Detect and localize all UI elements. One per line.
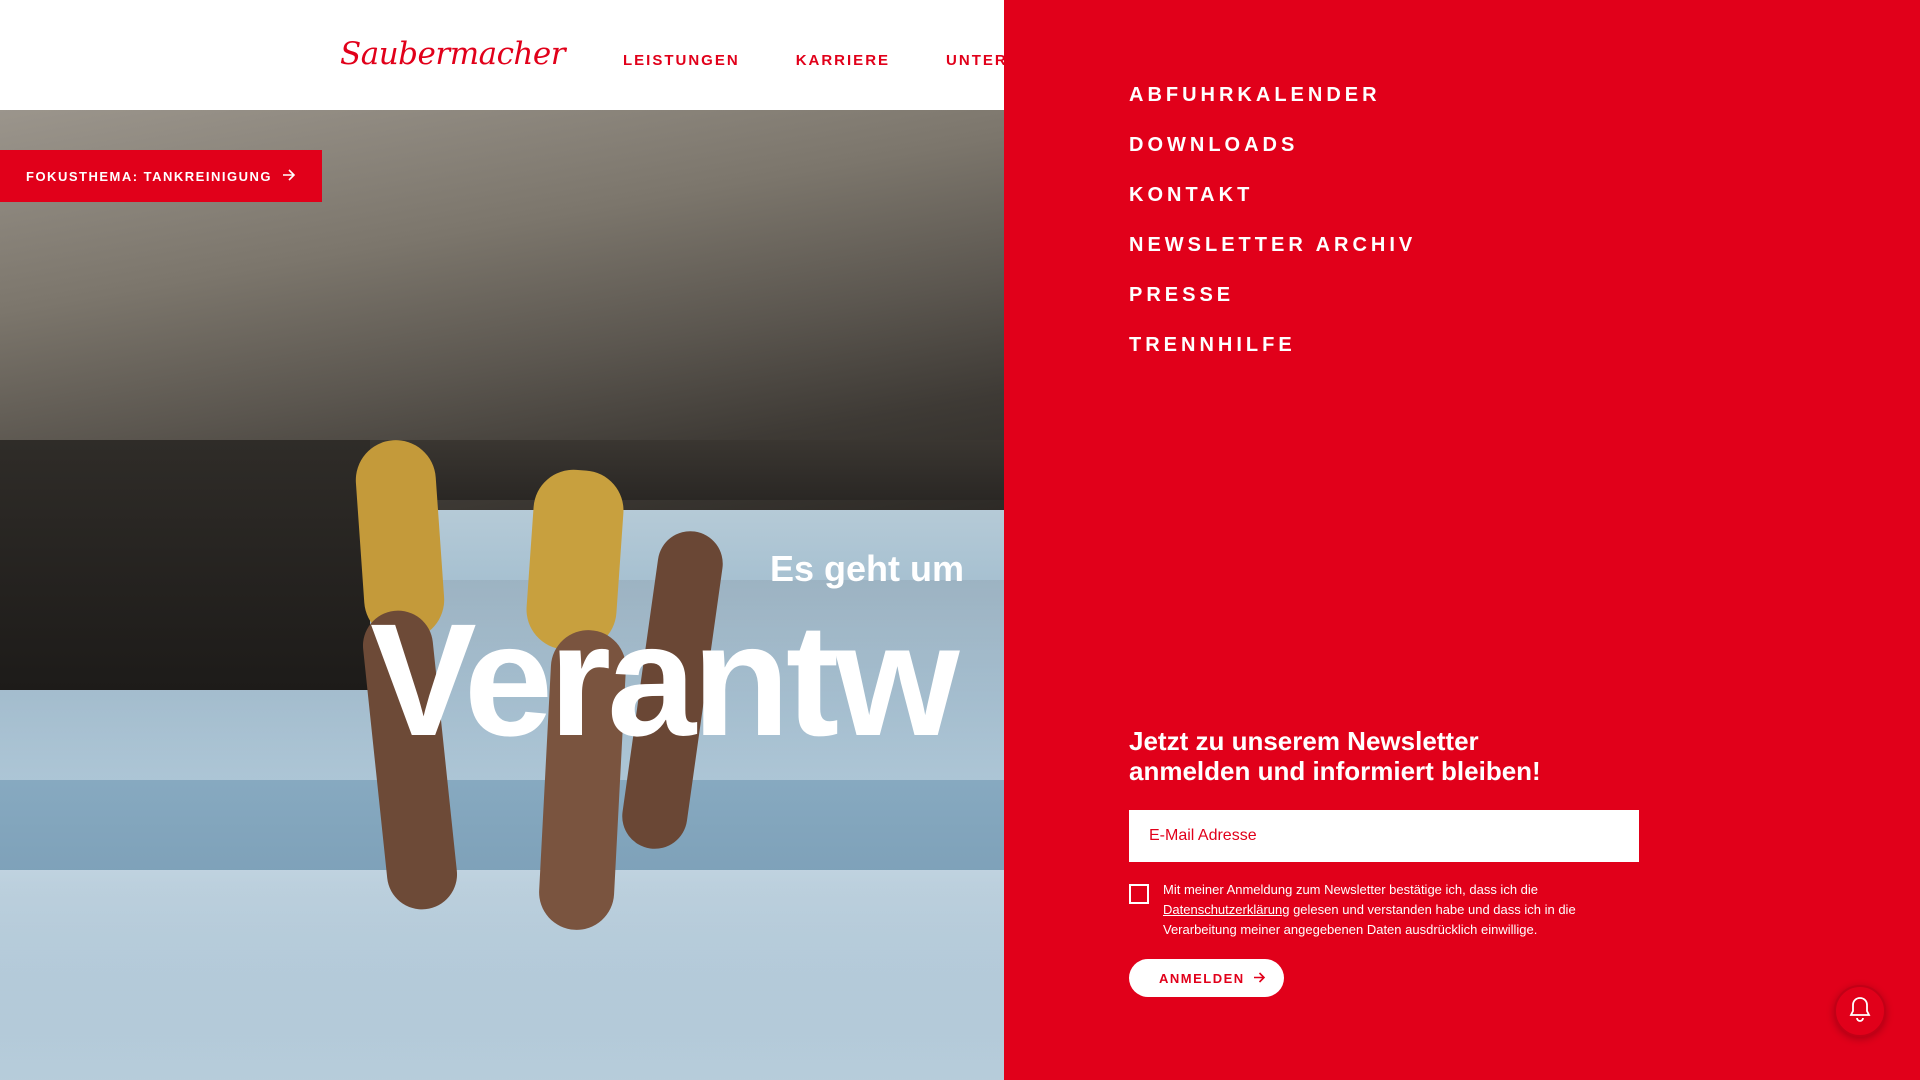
menu-item-newsletter-archiv[interactable]: NEWSLETTER ARCHIV bbox=[1129, 234, 1416, 256]
menu-item-downloads[interactable]: DOWNLOADS bbox=[1129, 134, 1298, 156]
consent-text-before: Mit meiner Anmeldung zum Newsletter best… bbox=[1163, 882, 1539, 897]
saubermacher-logo[interactable]: Saubermacher bbox=[340, 36, 566, 72]
menu-item: DOWNLOADS bbox=[1129, 134, 1416, 184]
newsletter-title-line1: Jetzt zu unserem Newsletter bbox=[1129, 726, 1479, 756]
menu-item: TRENNHILFE bbox=[1129, 334, 1416, 384]
bell-icon bbox=[1848, 996, 1872, 1027]
menu-item-trennhilfe[interactable]: TRENNHILFE bbox=[1129, 334, 1296, 356]
menu-item-presse[interactable]: PRESSE bbox=[1129, 284, 1234, 306]
subscribe-button[interactable]: ANMELDEN bbox=[1129, 959, 1284, 997]
main-nav: LEISTUNGEN KARRIERE UNTERN bbox=[623, 52, 1021, 69]
arrow-right-icon bbox=[1253, 971, 1266, 986]
consent-checkbox[interactable] bbox=[1129, 884, 1149, 904]
menu-item: PRESSE bbox=[1129, 284, 1416, 334]
focus-topic-label: FOKUSTHEMA: TANKREINIGUNG bbox=[26, 168, 272, 184]
notification-bell-button[interactable] bbox=[1834, 985, 1886, 1037]
nav-item-leistungen[interactable]: LEISTUNGEN bbox=[623, 52, 740, 69]
overlay-menu-panel: ABFUHRKALENDER DOWNLOADS KONTAKT NEWSLET… bbox=[1004, 0, 1920, 1080]
service-menu: ABFUHRKALENDER DOWNLOADS KONTAKT NEWSLET… bbox=[1129, 84, 1416, 384]
pier-beam bbox=[0, 440, 370, 690]
hero-headline: Verantw bbox=[370, 590, 960, 769]
focus-topic-button[interactable]: FOKUSTHEMA: TANKREINIGUNG bbox=[0, 150, 322, 202]
consent-row: Mit meiner Anmeldung zum Newsletter best… bbox=[1129, 880, 1639, 940]
hero-tagline: Es geht um bbox=[770, 548, 965, 589]
newsletter-title-line2: anmelden und informiert bleiben! bbox=[1129, 756, 1541, 786]
menu-item-kontakt[interactable]: KONTAKT bbox=[1129, 184, 1253, 206]
menu-item: KONTAKT bbox=[1129, 184, 1416, 234]
menu-item: NEWSLETTER ARCHIV bbox=[1129, 234, 1416, 284]
newsletter-title: Jetzt zu unserem Newsletter anmelden und… bbox=[1129, 726, 1649, 786]
privacy-policy-link[interactable]: Datenschutzerklärung bbox=[1163, 902, 1289, 917]
email-field[interactable] bbox=[1129, 810, 1639, 862]
consent-text: Mit meiner Anmeldung zum Newsletter best… bbox=[1163, 880, 1639, 940]
menu-item: ABFUHRKALENDER bbox=[1129, 84, 1416, 134]
subscribe-label: ANMELDEN bbox=[1159, 970, 1245, 986]
arrow-right-icon bbox=[282, 168, 296, 184]
site-header: Saubermacher LEISTUNGEN KARRIERE UNTERN bbox=[0, 0, 1019, 110]
menu-item-abfuhrkalender[interactable]: ABFUHRKALENDER bbox=[1129, 84, 1381, 106]
nav-item-karriere[interactable]: KARRIERE bbox=[796, 52, 890, 69]
lake-water bbox=[0, 870, 1004, 1080]
